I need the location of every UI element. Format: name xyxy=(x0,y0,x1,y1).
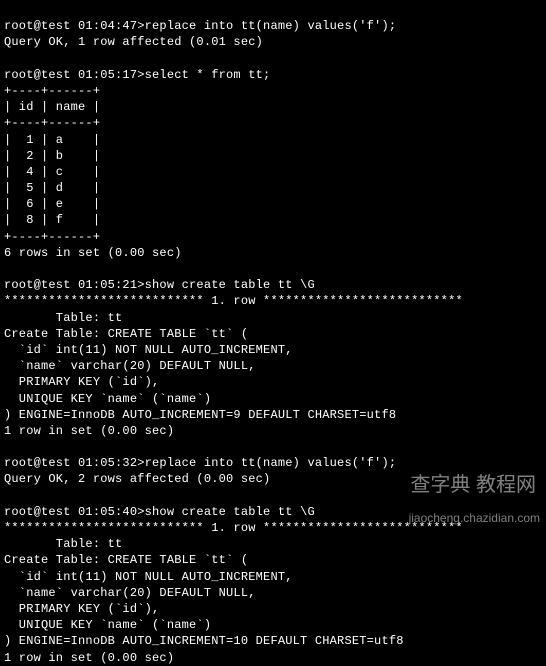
table-row: | 6 | e | xyxy=(4,197,100,211)
output-line: Create Table: CREATE TABLE `tt` ( xyxy=(4,553,248,567)
output-line: ) ENGINE=InnoDB AUTO_INCREMENT=9 DEFAULT… xyxy=(4,408,396,422)
prompt-line: root@test 01:05:32>replace into tt(name)… xyxy=(4,456,396,470)
result-line: 1 row in set (0.00 sec) xyxy=(4,651,174,665)
output-line: Table: tt xyxy=(4,311,122,325)
terminal-output: root@test 01:04:47>replace into tt(name)… xyxy=(4,2,542,666)
output-line: PRIMARY KEY (`id`), xyxy=(4,375,159,389)
output-line: Table: tt xyxy=(4,537,122,551)
output-line: `name` varchar(20) DEFAULT NULL, xyxy=(4,359,256,373)
table-separator: +----+------+ xyxy=(4,84,100,98)
prompt-line: root@test 01:05:40>show create table tt … xyxy=(4,505,315,519)
result-line: Query OK, 2 rows affected (0.00 sec) xyxy=(4,472,270,486)
prompt-line: root@test 01:05:17>select * from tt; xyxy=(4,68,270,82)
output-line: UNIQUE KEY `name` (`name`) xyxy=(4,618,211,632)
table-header: | id | name | xyxy=(4,100,100,114)
output-line: `name` varchar(20) DEFAULT NULL, xyxy=(4,586,256,600)
table-row: | 8 | f | xyxy=(4,213,100,227)
output-line: `id` int(11) NOT NULL AUTO_INCREMENT, xyxy=(4,343,293,357)
output-line: `id` int(11) NOT NULL AUTO_INCREMENT, xyxy=(4,570,293,584)
table-separator: +----+------+ xyxy=(4,230,100,244)
prompt-line: root@test 01:05:21>show create table tt … xyxy=(4,278,315,292)
table-row: | 2 | b | xyxy=(4,149,100,163)
output-line: PRIMARY KEY (`id`), xyxy=(4,602,159,616)
table-row: | 4 | c | xyxy=(4,165,100,179)
prompt-line: root@test 01:04:47>replace into tt(name)… xyxy=(4,19,396,33)
table-separator: +----+------+ xyxy=(4,116,100,130)
table-row: | 1 | a | xyxy=(4,133,100,147)
output-line: ) ENGINE=InnoDB AUTO_INCREMENT=10 DEFAUL… xyxy=(4,634,404,648)
table-row: | 5 | d | xyxy=(4,181,100,195)
result-line: 6 rows in set (0.00 sec) xyxy=(4,246,182,260)
output-line: Create Table: CREATE TABLE `tt` ( xyxy=(4,327,248,341)
row-header: *************************** 1. row *****… xyxy=(4,294,463,308)
output-line: UNIQUE KEY `name` (`name`) xyxy=(4,392,211,406)
row-header: *************************** 1. row *****… xyxy=(4,521,463,535)
result-line: Query OK, 1 row affected (0.01 sec) xyxy=(4,35,263,49)
result-line: 1 row in set (0.00 sec) xyxy=(4,424,174,438)
